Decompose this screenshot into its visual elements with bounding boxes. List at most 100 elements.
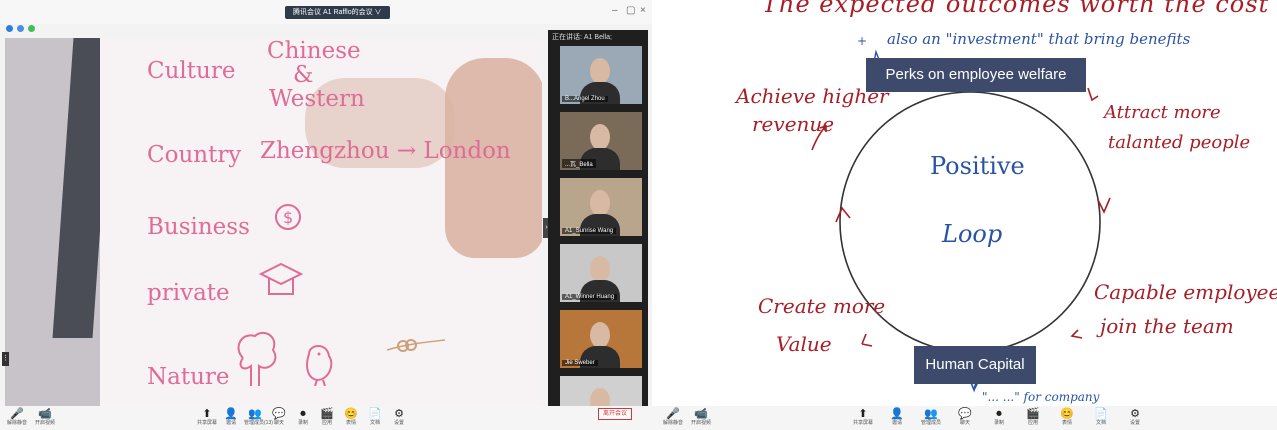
apps-button[interactable]: 🎬 应用	[316, 408, 338, 428]
participants-icon: 👥	[248, 408, 262, 420]
settings-button[interactable]: ⚙ 设置	[1124, 408, 1146, 428]
active-speaker-label: 正在讲话: A1 Bella;	[552, 34, 612, 41]
participants-icon: 👥	[924, 408, 938, 420]
center-text-loop: Loop	[942, 220, 1003, 248]
perks-box: Perks on employee welfare	[866, 58, 1086, 92]
docs-button[interactable]: 📄 文档	[1090, 408, 1112, 428]
apps-button[interactable]: 🎬 应用	[1022, 408, 1044, 428]
video-button[interactable]: 📹 开启视频	[34, 408, 56, 428]
participant-name: ...瓦_Bella	[562, 159, 596, 168]
participant-tile[interactable]: ...瓦_Bella	[560, 112, 642, 170]
maximize-button[interactable]: ▢	[626, 5, 635, 16]
dollar-coin-icon: $	[275, 204, 301, 230]
settings-icon: ⚙	[1130, 408, 1140, 420]
participants-label: 管理成员(13)	[244, 420, 273, 426]
reactions-icon: 😊	[1060, 408, 1074, 420]
apps-label: 应用	[1027, 420, 1038, 426]
reactions-button[interactable]: 😊 表情	[1056, 408, 1078, 428]
meeting-toolbar-left: 🎤 解除静音 📹 开启视频 ⬆ 共享屏幕 👤 邀请 👥 管理成员(13) 💬 聊天 ⏺ 录制 🎬 应用 😊 表情 📄…	[0, 406, 652, 430]
human-capital-box: Human Capital	[914, 346, 1036, 384]
video-button[interactable]: 📹 开启视频	[690, 408, 712, 428]
talented-people-text: talanted people	[1108, 132, 1251, 153]
graduation-cap-icon	[258, 262, 304, 295]
docs-button[interactable]: 📄 文档	[364, 408, 386, 428]
culture-value-line3: Western	[269, 86, 365, 112]
participant-tile[interactable]: A1_Sunrise Wang	[560, 178, 642, 236]
video-label: 开启视频	[34, 420, 55, 426]
chat-label: 聊天	[273, 420, 284, 426]
docs-icon: 📄	[368, 408, 382, 420]
video-label: 开启视频	[690, 420, 711, 426]
share-screen-button[interactable]: ⬆ 共享屏幕	[852, 408, 874, 428]
country-label: Country	[147, 142, 242, 168]
chat-button[interactable]: 💬 聊天	[268, 408, 290, 428]
apps-icon: 🎬	[320, 408, 334, 420]
participant-name: A1_Winner Huang	[562, 294, 618, 300]
achieve-higher-text: Achieve higher	[736, 84, 889, 108]
info-icon[interactable]	[17, 25, 24, 32]
center-text-positive: Positive	[930, 152, 1025, 180]
share-screen-label: 共享屏幕	[196, 420, 217, 426]
settings-label: 设置	[393, 420, 404, 426]
nature-label: Nature	[147, 364, 230, 390]
mute-icon: 🎤	[10, 408, 24, 420]
window-title[interactable]: 腾讯会议 A1 Rafflo的会议 ∨	[285, 6, 390, 19]
culture-label: Culture	[147, 58, 236, 84]
participant-tile[interactable]: Jie Sweber	[560, 310, 642, 368]
settings-button[interactable]: ⚙ 设置	[388, 408, 410, 428]
chat-label: 聊天	[959, 420, 970, 426]
participants-button[interactable]: 👥 管理成员(13)	[244, 408, 273, 428]
leave-meeting-button[interactable]: 离开会议	[598, 408, 633, 420]
record-label: 录制	[993, 420, 1004, 426]
mute-icon: 🎤	[666, 408, 680, 420]
join-team-text: join the team	[1100, 314, 1234, 338]
settings-label: 设置	[1129, 420, 1140, 426]
participant-tile[interactable]: B...Angel Zhou	[560, 46, 642, 104]
chat-button[interactable]: 💬 聊天	[954, 408, 976, 428]
bird-icon	[306, 345, 333, 386]
close-button[interactable]: ×	[640, 5, 646, 16]
mute-button[interactable]: 🎤 解除静音	[662, 408, 684, 428]
participant-tile[interactable]: A1_Winner Huang	[560, 244, 642, 302]
share-screen-icon: ⬆	[858, 408, 868, 420]
minimize-button[interactable]: –	[612, 5, 618, 16]
invite-icon: 👤	[224, 408, 238, 420]
reactions-button[interactable]: 😊 表情	[340, 408, 362, 428]
invite-label: 邀请	[891, 420, 902, 426]
record-icon: ⏺	[300, 408, 306, 420]
security-shield-icon[interactable]	[6, 25, 13, 32]
revenue-text: revenue	[752, 112, 835, 136]
shared-slide-panel: The expected outcomes worth the cost + a…	[652, 0, 1277, 430]
participants-button[interactable]: 👥 管理成员	[920, 408, 942, 428]
share-screen-button[interactable]: ⬆ 共享屏幕	[196, 408, 218, 428]
mute-button[interactable]: 🎤 解除静音	[6, 408, 28, 428]
toolbar-collapse-handle[interactable]: ⋮	[2, 352, 9, 366]
culture-value-line2: &	[293, 62, 314, 88]
private-label: private	[147, 280, 230, 306]
participant-strip: 正在讲话: A1 Bella; B...Angel Zhou ...瓦_Bella…	[548, 30, 648, 430]
reactions-label: 表情	[345, 420, 356, 426]
invite-button[interactable]: 👤 邀请	[886, 408, 908, 428]
record-label: 录制	[297, 420, 308, 426]
docs-label: 文档	[369, 420, 380, 426]
share-screen-label: 共享屏幕	[852, 420, 873, 426]
video-icon: 📹	[694, 408, 708, 420]
invite-button[interactable]: 👤 邀请	[220, 408, 242, 428]
docs-label: 文档	[1095, 420, 1106, 426]
value-text: Value	[776, 332, 832, 356]
chat-icon: 💬	[958, 408, 972, 420]
capable-employee-text: Capable employee	[1094, 280, 1277, 304]
meeting-window-left: 腾讯会议 A1 Rafflo的会议 ∨ – ▢ × Culture Chines…	[0, 0, 652, 430]
participant-name: Jie Sweber	[562, 360, 598, 366]
signal-icon	[28, 25, 35, 32]
svg-text:$: $	[283, 208, 293, 227]
record-button[interactable]: ⏺ 录制	[292, 408, 314, 428]
record-button[interactable]: ⏺ 录制	[988, 408, 1010, 428]
reactions-icon: 😊	[344, 408, 358, 420]
meeting-toolbar-right: 🎤 解除静音 📹 开启视频 ⬆ 共享屏幕 👤 邀请 👥 管理成员 💬 聊天 ⏺ 录制 🎬 应用 😊 表情 📄 文档 ⚙ 设…	[652, 406, 1277, 430]
business-label: Business	[147, 214, 250, 240]
window-titlebar: 腾讯会议 A1 Rafflo的会议 ∨ – ▢ ×	[0, 0, 652, 32]
create-more-text: Create more	[758, 294, 886, 318]
participant-face	[590, 322, 610, 348]
country-value: Zhengzhou → London	[260, 138, 511, 164]
